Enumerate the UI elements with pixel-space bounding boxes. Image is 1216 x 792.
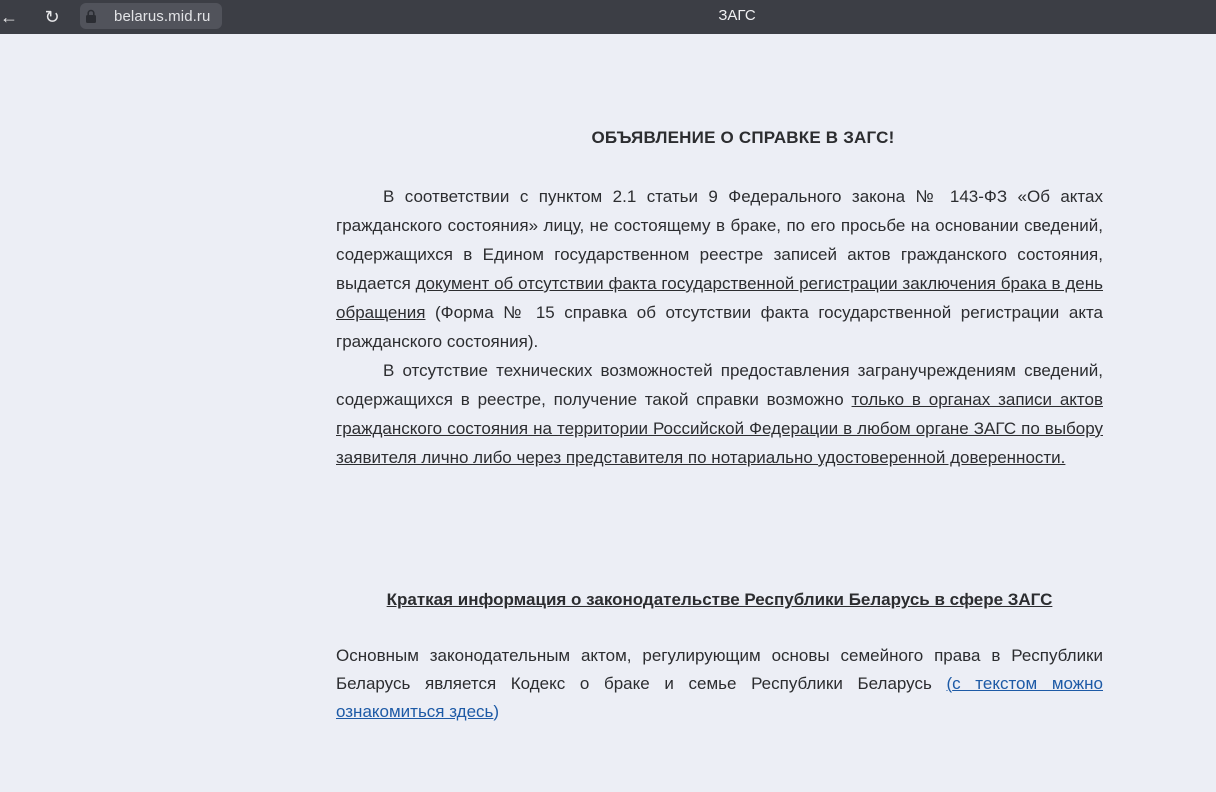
tab-title: ЗАГС: [718, 7, 756, 24]
paragraph-text: (Форма № 15 справка об отсутствии факта …: [336, 303, 1103, 351]
notice-heading: ОБЪЯВЛЕНИЕ О СПРАВКЕ В ЗАГС!: [591, 128, 895, 147]
paragraph-statute: В соответствии с пунктом 2.1 статьи 9 Фе…: [336, 182, 1103, 356]
paragraph-legislation: Основным законодательным актом, регулиру…: [336, 642, 1103, 726]
browser-topbar: ← ↻ belarus.mid.ru ЗАГС: [0, 0, 1216, 34]
paren-close: ): [493, 702, 500, 721]
section-heading-legislation: Краткая информация о законодательстве Ре…: [386, 590, 1053, 609]
paragraph-availability: В отсутствие технических возможностей пр…: [336, 356, 1103, 472]
